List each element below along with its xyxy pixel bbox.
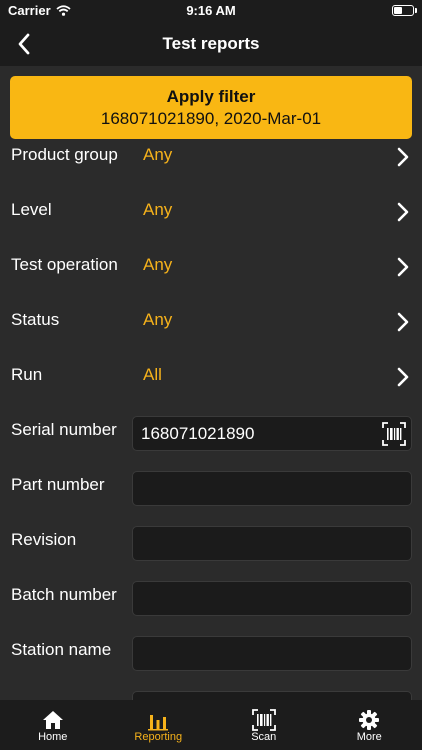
tab-reporting[interactable]: Reporting — [106, 700, 212, 750]
next-field-input[interactable] — [132, 691, 412, 700]
chevron-right-icon — [397, 367, 409, 387]
station-name-input[interactable] — [132, 636, 412, 671]
filter-label: Test operation — [11, 255, 118, 274]
tab-label: Scan — [251, 731, 277, 743]
navigation-bar: Test reports — [0, 22, 422, 66]
barcode-scan-icon[interactable] — [381, 421, 407, 447]
chevron-right-icon — [397, 257, 409, 277]
serial-number-value: 168071021890 — [141, 424, 255, 443]
filter-value: Any — [143, 310, 173, 329]
tab-scan[interactable]: Scan — [211, 700, 317, 750]
apply-filter-label: Apply filter — [166, 87, 256, 106]
part-number-input[interactable] — [132, 471, 412, 506]
filter-value: All — [143, 365, 162, 384]
filter-label: Product group — [11, 145, 118, 164]
barcode-scan-icon — [251, 709, 276, 731]
tab-home[interactable]: Home — [0, 700, 106, 750]
filter-row-level[interactable]: Level Any — [0, 185, 422, 240]
gear-icon — [359, 710, 380, 730]
filter-row-status[interactable]: Status Any — [0, 295, 422, 350]
tab-label: More — [356, 731, 382, 743]
batch-number-input[interactable] — [132, 581, 412, 616]
field-row-serial-number: Serial number 168071021890 — [0, 405, 422, 460]
filter-label: Level — [11, 200, 52, 219]
tab-label: Home — [38, 731, 68, 743]
chevron-right-icon — [397, 147, 409, 167]
chevron-right-icon — [397, 312, 409, 332]
status-bar: Carrier 9:16 AM — [0, 0, 422, 22]
bar-chart-icon — [148, 715, 169, 731]
field-label: Serial number — [11, 420, 117, 439]
filter-value: Any — [143, 255, 173, 274]
field-label: Part number — [11, 475, 105, 494]
home-icon — [42, 711, 63, 729]
tab-bar: Home Reporting Scan More — [0, 700, 422, 750]
field-label: Batch number — [11, 585, 117, 604]
field-row-revision: Revision — [0, 515, 422, 570]
field-label: Revision — [11, 530, 77, 549]
filter-row-run[interactable]: Run All — [0, 350, 422, 405]
field-row-part-number: Part number — [0, 460, 422, 515]
filter-row-product-group[interactable]: Product group Any — [0, 130, 422, 185]
chevron-right-icon — [397, 202, 409, 222]
field-row-batch-number: Batch number — [0, 570, 422, 625]
battery-icon — [392, 5, 417, 16]
filter-value: Any — [143, 145, 173, 164]
filter-form[interactable]: Apply filter 168071021890, 2020-Mar-01 P… — [0, 66, 422, 700]
filter-label: Run — [11, 365, 43, 384]
field-row-partial — [0, 680, 422, 700]
field-row-station-name: Station name — [0, 625, 422, 680]
apply-filter-summary: 168071021890, 2020-Mar-01 — [100, 109, 322, 128]
page-title: Test reports — [162, 34, 260, 53]
filter-label: Status — [11, 310, 60, 329]
field-label: Station name — [11, 640, 112, 659]
tab-label: Reporting — [134, 731, 183, 743]
tab-more[interactable]: More — [317, 700, 422, 750]
serial-number-input[interactable]: 168071021890 — [132, 416, 412, 451]
filter-row-test-operation[interactable]: Test operation Any — [0, 240, 422, 295]
filter-value: Any — [143, 200, 173, 219]
status-time: 9:16 AM — [186, 3, 236, 18]
revision-input[interactable] — [132, 526, 412, 561]
